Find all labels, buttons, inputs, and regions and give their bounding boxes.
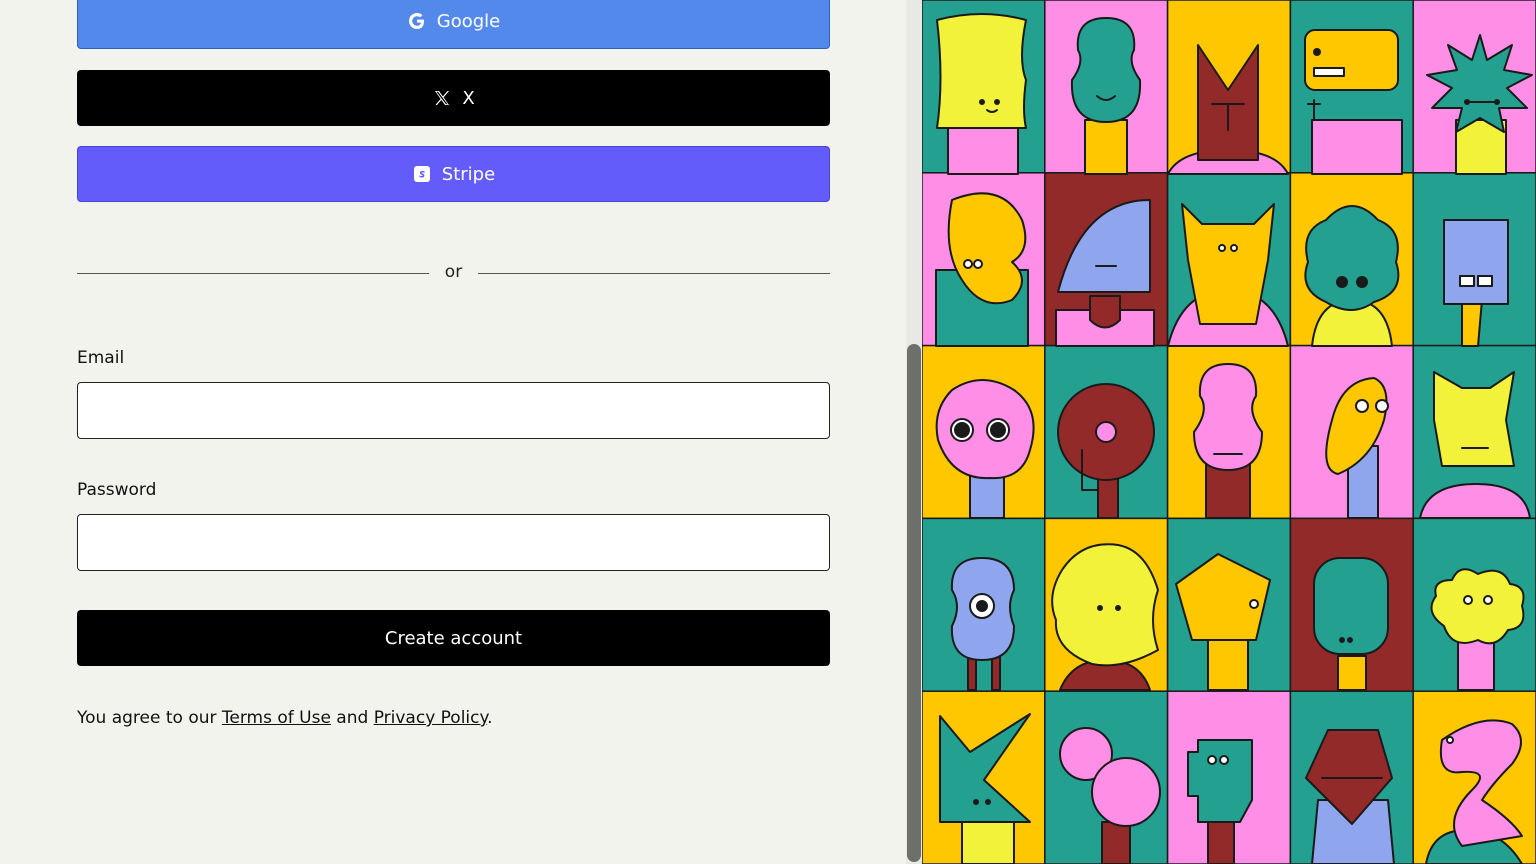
- x-signin-button[interactable]: X: [77, 70, 830, 126]
- legal-agreement: You agree to our Terms of Use and Privac…: [77, 708, 493, 728]
- divider-text: or: [444, 262, 463, 282]
- scrollbar-thumb[interactable]: [907, 344, 921, 862]
- create-account-button[interactable]: Create account: [77, 610, 830, 666]
- legal-suffix: .: [487, 708, 493, 728]
- terms-of-use-link[interactable]: Terms of Use: [222, 708, 331, 728]
- x-signin-label: X: [462, 87, 475, 109]
- stripe-signin-button[interactable]: Stripe: [77, 146, 830, 202]
- google-icon: [407, 11, 427, 31]
- password-field[interactable]: [77, 514, 830, 571]
- x-logo-icon: [432, 88, 452, 108]
- character-illustration-grid: [922, 0, 1536, 864]
- google-signin-button[interactable]: Google: [77, 0, 830, 49]
- legal-prefix: You agree to our: [77, 708, 222, 728]
- or-divider: or: [77, 262, 830, 286]
- privacy-policy-link[interactable]: Privacy Policy: [374, 708, 487, 728]
- stripe-signin-label: Stripe: [441, 163, 496, 185]
- legal-and: and: [330, 708, 374, 728]
- stripe-icon: [412, 164, 432, 184]
- character-tree-head: [1304, 205, 1400, 347]
- character-wavy-hair: [935, 192, 1029, 347]
- password-label: Password: [77, 480, 157, 500]
- character-square-head: [936, 13, 1027, 175]
- google-signin-label: Google: [436, 10, 501, 32]
- divider-line-right: [478, 273, 830, 274]
- email-label: Email: [77, 348, 125, 368]
- signup-panel: Google X Stripe or Email Password Create…: [0, 0, 906, 864]
- email-field[interactable]: [77, 382, 830, 439]
